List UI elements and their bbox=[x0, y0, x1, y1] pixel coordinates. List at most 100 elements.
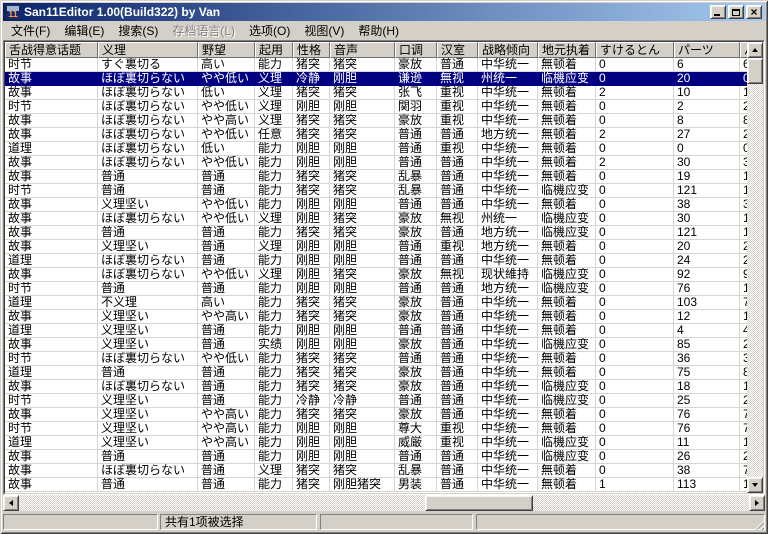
column-header-7[interactable]: 口调 bbox=[395, 42, 437, 58]
cell: 能力 bbox=[255, 450, 293, 463]
menu-item-edit[interactable]: 编辑(E) bbox=[57, 20, 111, 41]
table-row[interactable]: 时节すぐ裏切る高い能力猪突猪突豪放普通中华统一無顿着066 bbox=[5, 58, 747, 72]
scroll-up-icon bbox=[752, 48, 758, 52]
column-header-1[interactable]: 舌战得意话题 bbox=[5, 42, 98, 58]
scroll-right-button[interactable] bbox=[749, 495, 765, 511]
table-row[interactable]: 故事ほぼ裏切らないやや低い任意猪突猪突普通普通地方统一無顿着22727 bbox=[5, 128, 747, 142]
column-header-12[interactable]: パーツ bbox=[674, 42, 740, 58]
cell: 豪放 bbox=[395, 212, 437, 225]
cell: 道理 bbox=[5, 366, 98, 379]
minimize-button[interactable] bbox=[710, 5, 726, 19]
table-row[interactable]: 道理ほぼ裏切らない普通能力刚胆刚胆普通普通中华统一無顿着02424 bbox=[5, 254, 747, 268]
table-row[interactable]: 道理义理坚い普通能力刚胆刚胆普通普通中华统一無顿着044 bbox=[5, 324, 747, 338]
cell: 0 bbox=[596, 338, 674, 351]
cell: 刚胆 bbox=[330, 450, 395, 463]
cell: 乱暴 bbox=[395, 464, 437, 477]
cell: 任意 bbox=[255, 128, 293, 141]
table-row[interactable]: 故事普通普通能力刚胆刚胆普通普通中华统一临機应变02626 bbox=[5, 450, 747, 464]
menu-item-view[interactable]: 视图(V) bbox=[297, 20, 351, 41]
menu-item-search[interactable]: 搜索(S) bbox=[111, 20, 165, 41]
column-header-6[interactable]: 音声 bbox=[330, 42, 395, 58]
cell: 猪突 bbox=[293, 296, 330, 309]
table-row[interactable]: 道理不义理高い能力猪突猪突豪放普通中华统一無顿着010379 bbox=[5, 296, 747, 310]
column-header-2[interactable]: 义理 bbox=[98, 42, 198, 58]
column-header-11[interactable]: すけるとん bbox=[596, 42, 674, 58]
cell: 义理坚い bbox=[98, 436, 198, 449]
cell: 普通 bbox=[395, 450, 437, 463]
table-row[interactable]: 时节普通普通能力刚胆刚胆普通普通地方统一临機应变07612 bbox=[5, 282, 747, 296]
vertical-scrollbar[interactable] bbox=[747, 42, 763, 493]
table-row[interactable]: 故事普通普通能力猪突猪突乱暴普通中华统一無顿着01919 bbox=[5, 170, 747, 184]
scroll-left-button[interactable] bbox=[3, 495, 19, 511]
table-row[interactable]: 故事普通普通能力猪突刚胆猪突男装普通中华统一無顿着111311 bbox=[5, 478, 747, 492]
table-row[interactable]: 故事ほぼ裏切らない普通能力猪突猪突豪放普通中华统一临機应变01818 bbox=[5, 380, 747, 394]
menu-item-file[interactable]: 文件(F) bbox=[4, 20, 57, 41]
cell: 普通 bbox=[198, 338, 255, 351]
cell: 能力 bbox=[255, 156, 293, 169]
cell: 高い bbox=[198, 58, 255, 71]
title-bar[interactable]: 11 San11Editor 1.00(Build322) by Van × bbox=[3, 3, 765, 21]
cell: 刚胆 bbox=[330, 324, 395, 337]
window-title: San11Editor 1.00(Build322) by Van bbox=[24, 5, 710, 19]
table-row[interactable]: 故事义理坚いやや低い能力刚胆刚胆普通普通中华统一無顿着03838 bbox=[5, 198, 747, 212]
table-row[interactable]: 故事ほぼ裏切らないやや低い义理刚胆猪突豪放無视州统一临機应变03019 bbox=[5, 212, 747, 226]
cell: 中华统一 bbox=[478, 324, 538, 337]
table-row[interactable]: 故事ほぼ裏切らないやや低い能力刚胆刚胆普通普通中华统一無顿着23030 bbox=[5, 156, 747, 170]
column-header-5[interactable]: 性格 bbox=[293, 42, 330, 58]
cell: 刚胆 bbox=[330, 338, 395, 351]
horizontal-scroll-thumb[interactable] bbox=[425, 495, 533, 511]
cell: 故事 bbox=[5, 128, 98, 141]
table-row[interactable]: 时节ほぼ裏切らないやや低い义理刚胆刚胆関羽重视中华统一無顿着022 bbox=[5, 100, 747, 114]
cell: 普通 bbox=[437, 450, 478, 463]
table-row[interactable]: 故事普通普通能力猪突猪突豪放普通地方统一临機应变012110 bbox=[5, 226, 747, 240]
cell: 普通 bbox=[198, 282, 255, 295]
table-row[interactable]: 时节义理坚いやや高い能力刚胆刚胆尊大重视中华统一無顿着07676 bbox=[5, 422, 747, 436]
cell: 普通 bbox=[98, 226, 198, 239]
cell: 猪突 bbox=[293, 310, 330, 323]
table-row[interactable]: 故事ほぼ裏切らないやや低い义理刚胆猪突豪放無视现状維持临機应变09292 bbox=[5, 268, 747, 282]
cell: 無顿着 bbox=[538, 156, 596, 169]
table-row[interactable]: 故事义理坚いやや高い能力猪突猪突豪放普通中华统一無顿着07676 bbox=[5, 408, 747, 422]
cell: 76 bbox=[740, 408, 747, 421]
column-header-10[interactable]: 地元执着 bbox=[538, 42, 596, 58]
column-header-4[interactable]: 起用 bbox=[255, 42, 293, 58]
column-header-9[interactable]: 战略倾向 bbox=[478, 42, 538, 58]
cell: 猪突 bbox=[293, 114, 330, 127]
table-row[interactable]: 道理ほぼ裏切らない低い能力刚胆刚胆普通重视中华统一無顿着000 bbox=[5, 142, 747, 156]
cell: 刚胆 bbox=[330, 254, 395, 267]
table-row[interactable]: 故事义理坚いやや高い能力猪突猪突豪放普通中华统一無顿着01212 bbox=[5, 310, 747, 324]
table-row[interactable]: 时节普通普通能力猪突猪突乱暴普通中华统一临機应变012112 bbox=[5, 184, 747, 198]
table-row-selected[interactable]: 故事ほぼ裏切らないやや低い义理冷静刚胆谦逊無视州统一临機应变0200 bbox=[5, 72, 747, 86]
table-row[interactable]: 道理义理坚いやや高い能力刚胆刚胆威厳重视中华统一临機应变01111 bbox=[5, 436, 747, 450]
cell: やや低い bbox=[198, 352, 255, 365]
menu-item-help[interactable]: 帮助(H) bbox=[351, 20, 406, 41]
app-icon[interactable]: 11 bbox=[6, 5, 20, 19]
close-button[interactable]: × bbox=[746, 5, 762, 19]
cell: 12 bbox=[740, 282, 747, 295]
vertical-scroll-thumb[interactable] bbox=[747, 58, 763, 84]
table-row[interactable]: 故事ほぼ裏切らないやや高い义理猪突猪突豪放重视中华统一無顿着088 bbox=[5, 114, 747, 128]
table-row[interactable]: 道理普通普通能力猪突猪突豪放普通中华统一無顿着07583 bbox=[5, 366, 747, 380]
scroll-down-button[interactable] bbox=[747, 477, 763, 493]
cell: 0 bbox=[596, 114, 674, 127]
horizontal-scrollbar[interactable] bbox=[3, 495, 765, 511]
column-header-8[interactable]: 汉室 bbox=[437, 42, 478, 58]
table-row[interactable]: 故事义理坚い普通义理刚胆刚胆普通重视地方统一無顿着02020 bbox=[5, 240, 747, 254]
column-header-3[interactable]: 野望 bbox=[198, 42, 255, 58]
table-row[interactable]: 故事ほぼ裏切らない低い义理猪突猪突张飞重视中华统一無顿着21010 bbox=[5, 86, 747, 100]
table-row[interactable]: 时节ほぼ裏切らないやや低い能力猪突猪突普通普通中华统一無顿着03636 bbox=[5, 352, 747, 366]
cell: 18 bbox=[740, 380, 747, 393]
menu-item-options[interactable]: 选项(O) bbox=[242, 20, 297, 41]
maximize-button[interactable] bbox=[728, 5, 744, 19]
cell: やや高い bbox=[198, 436, 255, 449]
cell: 普通 bbox=[198, 170, 255, 183]
table-row[interactable]: 时节义理坚い普通能力冷静冷静普通普通中华统一临機应变02525 bbox=[5, 394, 747, 408]
cell: 普通 bbox=[395, 240, 437, 253]
column-header-13[interactable]: パ bbox=[740, 42, 747, 58]
cell: 猪突 bbox=[293, 128, 330, 141]
table-row[interactable]: 故事义理坚い普通实绩刚胆刚胆豪放普通中华统一临機应变08523 bbox=[5, 338, 747, 352]
scroll-up-button[interactable] bbox=[747, 42, 763, 58]
cell: 猪突 bbox=[330, 114, 395, 127]
cell: 豪放 bbox=[395, 338, 437, 351]
table-row[interactable]: 故事ほぼ裏切らない普通义理猪突猪突乱暴普通中华统一無顿着03874 bbox=[5, 464, 747, 478]
